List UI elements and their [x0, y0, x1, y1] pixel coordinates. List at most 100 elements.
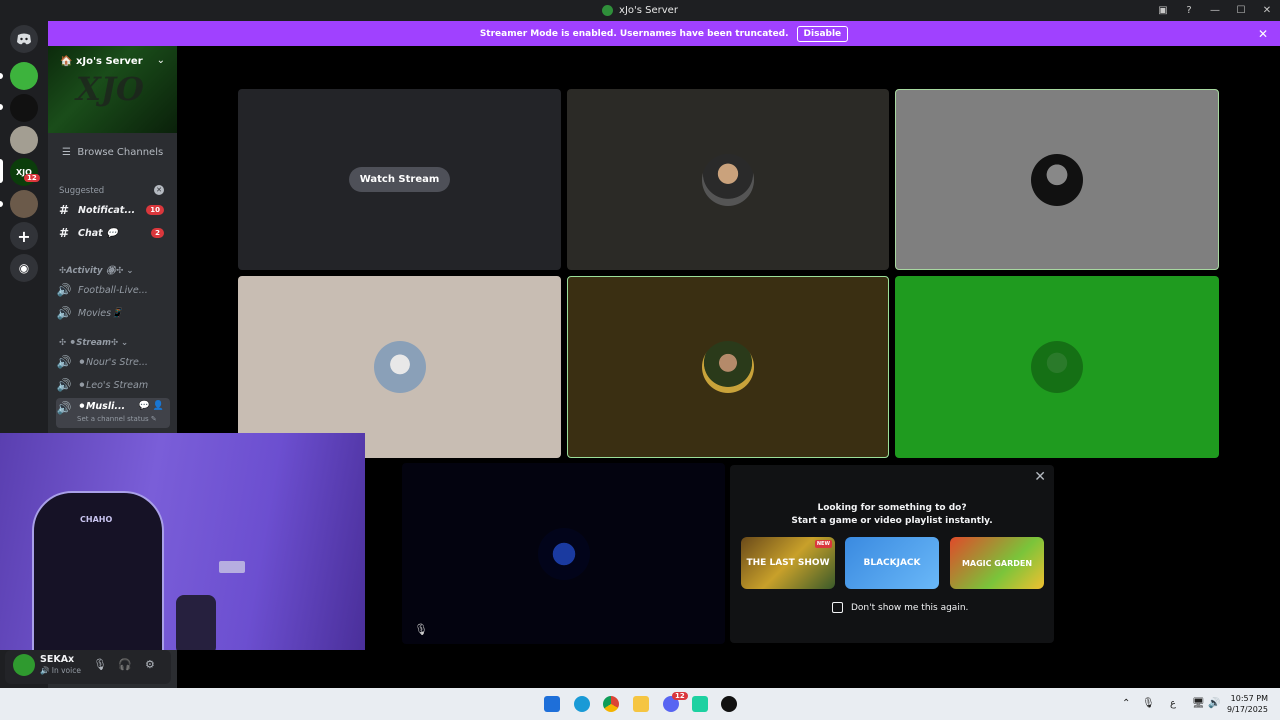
- server-icon-2[interactable]: [10, 94, 38, 122]
- close-popup-icon[interactable]: ✕: [1034, 469, 1046, 485]
- add-server-icon[interactable]: +: [10, 222, 38, 250]
- chevron-up-icon[interactable]: ⌃: [1122, 698, 1130, 709]
- participant-tile[interactable]: 🎙: [402, 463, 725, 644]
- user-avatar[interactable]: [13, 654, 35, 676]
- app-taskbar-icon[interactable]: [692, 696, 708, 712]
- clock-date: 9/17/2025: [1226, 705, 1268, 714]
- hashtag-icon: #: [58, 203, 70, 217]
- unread-badge: 2: [151, 228, 164, 238]
- window-title: xJo's Server: [619, 5, 678, 16]
- activity-suggestion-popup: ✕ Looking for something to do? Start a g…: [730, 465, 1054, 643]
- wall-outlet: [219, 561, 245, 573]
- unread-badge: 10: [146, 205, 164, 215]
- microphone-icon[interactable]: 🎙: [93, 658, 107, 671]
- server-icon-5[interactable]: [10, 190, 38, 218]
- edge-icon[interactable]: [574, 696, 590, 712]
- dont-show-again-checkbox[interactable]: Don't show me this again.: [832, 602, 968, 613]
- game-card-blackjack[interactable]: BLACKJACK: [845, 537, 939, 589]
- inbox-icon[interactable]: ▣: [1150, 5, 1176, 16]
- game-title: MAGIC GARDEN: [961, 558, 1033, 568]
- server-header[interactable]: XJO 🏠 xJo's Server ⌄: [48, 46, 177, 133]
- avatar: [1031, 341, 1083, 393]
- chevron-down-icon[interactable]: ⌄: [157, 55, 165, 66]
- close-window-button[interactable]: ✕: [1254, 5, 1280, 16]
- voice-channel-football[interactable]: 🔊 Football-Live...: [56, 280, 170, 300]
- tray-microphone-icon[interactable]: 🎙: [1142, 698, 1155, 709]
- voice-channel-current[interactable]: 🔊 ⚫Musli... 💬 👤: [56, 398, 170, 428]
- windows-taskbar: 12 ⌃ 🎙 ع 🖥 🔊 10:57 PM 9/17/2025: [0, 688, 1280, 720]
- headphones-icon[interactable]: 🎧: [118, 658, 132, 671]
- participant-tile[interactable]: [895, 89, 1219, 270]
- channel-label: ⚫Musli...: [78, 401, 126, 412]
- file-explorer-icon[interactable]: [633, 696, 649, 712]
- language-indicator[interactable]: ع: [1170, 698, 1176, 709]
- network-icon[interactable]: 🖥: [1192, 698, 1205, 709]
- start-menu-icon[interactable]: [544, 696, 560, 712]
- game-title: THE LAST SHOW: [746, 558, 830, 568]
- discord-home-icon[interactable]: [10, 25, 38, 53]
- server-icon-3[interactable]: [10, 126, 38, 154]
- channel-chat[interactable]: # Chat 💬 2: [56, 223, 170, 243]
- server-logo-icon: [602, 5, 614, 16]
- game-title: BLACKJACK: [863, 558, 921, 568]
- participant-tile[interactable]: [567, 89, 889, 270]
- avatar: [537, 527, 590, 580]
- username: SEKAx: [40, 654, 75, 665]
- voice-channel-nour[interactable]: 🔊 ⚫Nour's Stre...: [56, 352, 170, 372]
- participant-tile[interactable]: [238, 276, 561, 458]
- window-titlebar: xJo's Server ▣ ? — ☐ ✕: [0, 0, 1280, 21]
- category-label: ✣ ⚫Stream✣: [59, 338, 119, 348]
- channel-label: ⚫Leo's Stream: [78, 379, 149, 391]
- popup-subheading: Start a game or video playlist instantly…: [791, 516, 993, 526]
- channel-label: Notificat...: [78, 204, 136, 216]
- dismiss-suggested-icon[interactable]: ✕: [154, 185, 164, 195]
- discover-icon[interactable]: ◉: [10, 254, 38, 282]
- suggested-label: Suggested: [59, 186, 105, 196]
- channel-notifications[interactable]: # Notificat... 10: [56, 200, 170, 220]
- streamer-mode-banner: Streamer Mode is enabled. Usernames have…: [48, 21, 1280, 46]
- channel-label: ⚫Nour's Stre...: [78, 356, 148, 368]
- webcam-overlay[interactable]: CHAHO: [0, 433, 365, 650]
- discord-taskbar-badge: 12: [672, 692, 688, 700]
- user-panel: SEKAx 🔊 In voice 🎙 🎧 ⚙: [5, 650, 171, 684]
- maximize-button[interactable]: ☐: [1228, 5, 1254, 16]
- app-taskbar-icon-2[interactable]: [721, 696, 737, 712]
- chrome-icon[interactable]: [603, 696, 619, 712]
- participant-tile[interactable]: [895, 276, 1219, 458]
- new-badge: NEW: [814, 540, 832, 548]
- avatar: [702, 341, 754, 393]
- help-icon[interactable]: ?: [1176, 5, 1202, 16]
- settings-gear-icon[interactable]: ⚙: [145, 658, 155, 671]
- chat-and-invite-icons[interactable]: 💬 👤: [138, 401, 164, 411]
- channel-status[interactable]: Set a channel status ✎: [77, 415, 157, 423]
- game-card-last-show[interactable]: THE LAST SHOW NEW: [741, 537, 835, 589]
- browse-icon: ☰: [62, 147, 71, 158]
- voice-channel-movies[interactable]: 🔊 Movies📱: [56, 303, 170, 323]
- speaker-icon: 🔊: [56, 401, 72, 415]
- speaker-icon: 🔊: [56, 283, 72, 297]
- user-status-text: In voice: [51, 666, 81, 675]
- stream-tile[interactable]: Watch Stream: [238, 89, 561, 270]
- window-controls: ▣ ? — ☐ ✕: [1150, 0, 1280, 21]
- channel-label: Chat 💬: [78, 227, 118, 239]
- muted-mic-icon: 🎙: [414, 623, 428, 636]
- minimize-button[interactable]: —: [1202, 5, 1228, 16]
- disable-button[interactable]: Disable: [796, 25, 849, 42]
- popup-heading: Looking for something to do?: [817, 503, 967, 513]
- voice-channel-leo[interactable]: 🔊 ⚫Leo's Stream: [56, 375, 170, 395]
- speaker-icon: 🔊: [56, 306, 72, 320]
- dont-show-label: Don't show me this again.: [851, 602, 969, 613]
- watch-stream-button[interactable]: Watch Stream: [348, 167, 451, 192]
- category-stream[interactable]: ✣ ⚫Stream✣ ⌄: [59, 338, 128, 348]
- close-icon[interactable]: ✕: [1258, 27, 1268, 41]
- category-label: ✣Activity 🏵✣: [59, 266, 124, 276]
- server-icon-1[interactable]: [10, 62, 38, 90]
- browse-channels[interactable]: ☰ Browse Channels: [62, 147, 163, 158]
- game-card-magic-garden[interactable]: MAGIC GARDEN: [950, 537, 1044, 589]
- chair-brand: CHAHO: [80, 515, 113, 524]
- volume-icon[interactable]: 🔊: [1208, 698, 1220, 709]
- participant-tile[interactable]: [567, 276, 889, 458]
- category-activity[interactable]: ✣Activity 🏵✣ ⌄: [59, 266, 133, 276]
- speaker-icon: 🔊: [56, 378, 72, 392]
- system-clock[interactable]: 10:57 PM 9/17/2025: [1227, 693, 1268, 715]
